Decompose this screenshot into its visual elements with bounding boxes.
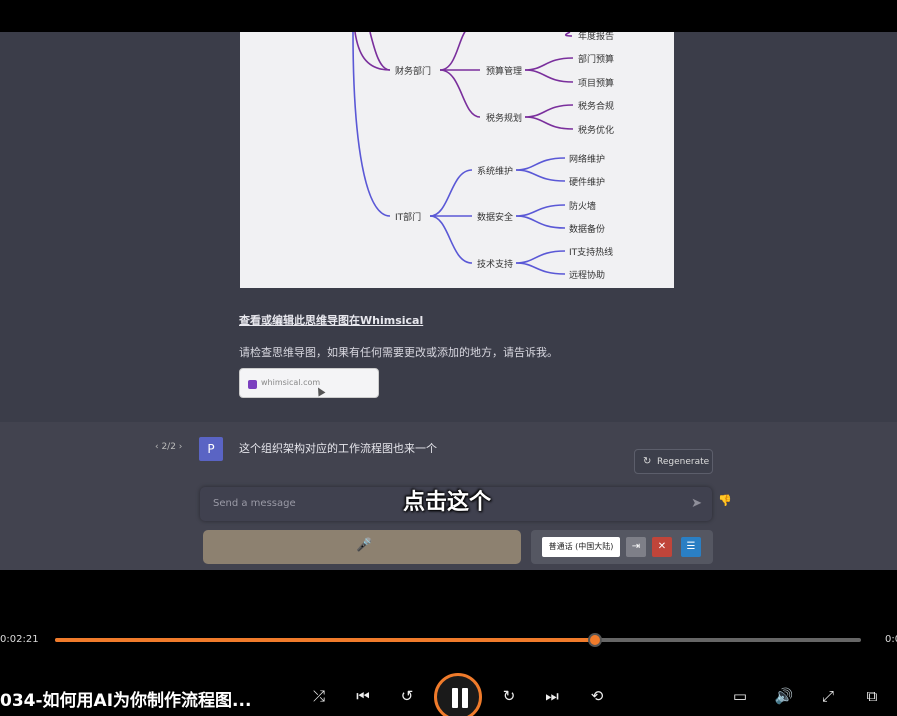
- mindmap-edge: [524, 57, 574, 71]
- mindmap-edge: [524, 104, 574, 118]
- pause-button[interactable]: [434, 673, 482, 716]
- progress-fill: [55, 638, 596, 642]
- mindmap-node: 防火墙: [569, 200, 596, 212]
- progress-bar[interactable]: [55, 633, 861, 647]
- mindmap-node: 税务规划: [486, 112, 522, 124]
- voice-tools: 普通话 (中国大陆) ⇥ ✕ ☰: [531, 530, 713, 564]
- voice-input-bar[interactable]: 🎤: [203, 530, 521, 564]
- skip-icon[interactable]: ⇥: [626, 537, 646, 557]
- video-subtitle: 点击这个: [403, 490, 492, 515]
- thumbs-down-icon[interactable]: 👎: [718, 494, 732, 507]
- mindmap-node: 技术支持: [477, 258, 513, 270]
- mindmap-edge: [564, 32, 573, 37]
- link-preview-card[interactable]: whimsical.com: [239, 368, 379, 398]
- mute-icon[interactable]: ✕: [652, 537, 672, 557]
- mindmap-edge: [369, 32, 391, 71]
- fullscreen-icon[interactable]: ⤢: [817, 687, 839, 705]
- whimsical-favicon-icon: [248, 380, 257, 389]
- mindmap-node: 系统维护: [477, 165, 513, 177]
- player-controls: 0:02:21 0:0 034-如何用AI为你制作流程图... ⤮ ⏮ ↺ ↻ …: [0, 570, 897, 716]
- subtitles-icon[interactable]: ▭: [729, 687, 751, 705]
- mindmap-edge: [352, 32, 391, 217]
- mindmap-node: IT支持热线: [569, 246, 613, 258]
- pause-icon: [450, 688, 470, 708]
- mindmap-edge: [515, 169, 566, 182]
- mindmap-node: 数据备份: [569, 223, 605, 235]
- video-player: 年度报告 财务部门 预算管理 部门预算 项目预算 税务规划 税务合规 税务优化 …: [0, 0, 897, 716]
- link-preview-url: whimsical.com: [261, 378, 321, 387]
- mindmap-edge: [524, 116, 574, 130]
- mic-icon[interactable]: 🎤: [356, 538, 372, 553]
- repeat-off-icon[interactable]: ⟲: [586, 687, 608, 705]
- mindmap-svg: 年度报告 财务部门 预算管理 部门预算 项目预算 税务规划 税务合规 税务优化 …: [352, 32, 614, 281]
- mindmap-node: 预算管理: [486, 65, 522, 77]
- mindmap-node: 项目预算: [578, 77, 614, 89]
- mindmap-node: 远程协助: [569, 269, 605, 281]
- user-avatar: P: [199, 437, 223, 461]
- time-current: 0:02:21: [0, 634, 39, 645]
- progress-knob[interactable]: [588, 633, 603, 647]
- assistant-paragraph: 请检查思维导图，如果有任何需要更改或添加的地方，请告诉我。: [239, 346, 558, 359]
- mindmap-edge: [439, 69, 481, 118]
- video-title: 034-如何用AI为你制作流程图...: [0, 691, 252, 711]
- mindmap-edge: [515, 157, 566, 171]
- mindmap-node: 部门预算: [578, 53, 614, 65]
- mindmap-edge: [524, 69, 574, 83]
- mindmap-edge: [439, 32, 466, 71]
- pip-icon[interactable]: ⧉: [861, 687, 883, 705]
- mindmap-image: 年度报告 财务部门 预算管理 部门预算 项目预算 税务规划 税务合规 税务优化 …: [240, 32, 674, 288]
- time-total: 0:0: [885, 634, 897, 645]
- prev-icon[interactable]: ⏮: [352, 687, 374, 705]
- message-placeholder: Send a message: [213, 498, 296, 509]
- mindmap-node: 税务优化: [578, 124, 614, 136]
- forward-30-icon[interactable]: ↻: [498, 687, 520, 705]
- mindmap-edge: [515, 204, 566, 217]
- next-icon[interactable]: ⏭: [541, 687, 563, 705]
- regenerate-button[interactable]: ↻ Regenerate: [634, 449, 713, 474]
- mindmap-node-finance: 财务部门: [395, 65, 431, 77]
- rewind-10-icon[interactable]: ↺: [396, 687, 418, 705]
- send-icon[interactable]: ➤: [691, 496, 702, 511]
- mindmap-node: 年度报告: [578, 32, 614, 42]
- mindmap-edge: [515, 250, 566, 264]
- language-select[interactable]: 普通话 (中国大陆): [542, 537, 620, 557]
- mindmap-edge: [515, 262, 566, 275]
- video-frame: 年度报告 财务部门 预算管理 部门预算 项目预算 税务规划 税务合规 税务优化 …: [0, 32, 897, 570]
- mindmap-node: 硬件维护: [569, 176, 605, 188]
- mindmap-edge: [515, 215, 566, 229]
- mindmap-edge: [429, 215, 473, 264]
- regenerate-label: Regenerate: [657, 457, 710, 467]
- mindmap-edge: [354, 32, 391, 71]
- mindmap-node: 税务合规: [578, 100, 614, 112]
- user-message: 这个组织架构对应的工作流程图也来一个: [239, 442, 437, 455]
- response-pager[interactable]: ‹ 2/2 ›: [155, 442, 182, 452]
- mindmap-node: 网络维护: [569, 153, 605, 165]
- shuffle-icon[interactable]: ⤮: [308, 687, 330, 705]
- mindmap-node-it: IT部门: [395, 211, 421, 223]
- settings-sliders-icon[interactable]: ☰: [681, 537, 701, 557]
- regenerate-icon: ↻: [643, 456, 652, 467]
- whimsical-link[interactable]: 查看或编辑此思维导图在Whimsical: [239, 312, 423, 328]
- mindmap-node: 数据安全: [477, 211, 513, 223]
- volume-icon[interactable]: 🔊: [773, 687, 795, 705]
- mindmap-edge: [429, 169, 473, 217]
